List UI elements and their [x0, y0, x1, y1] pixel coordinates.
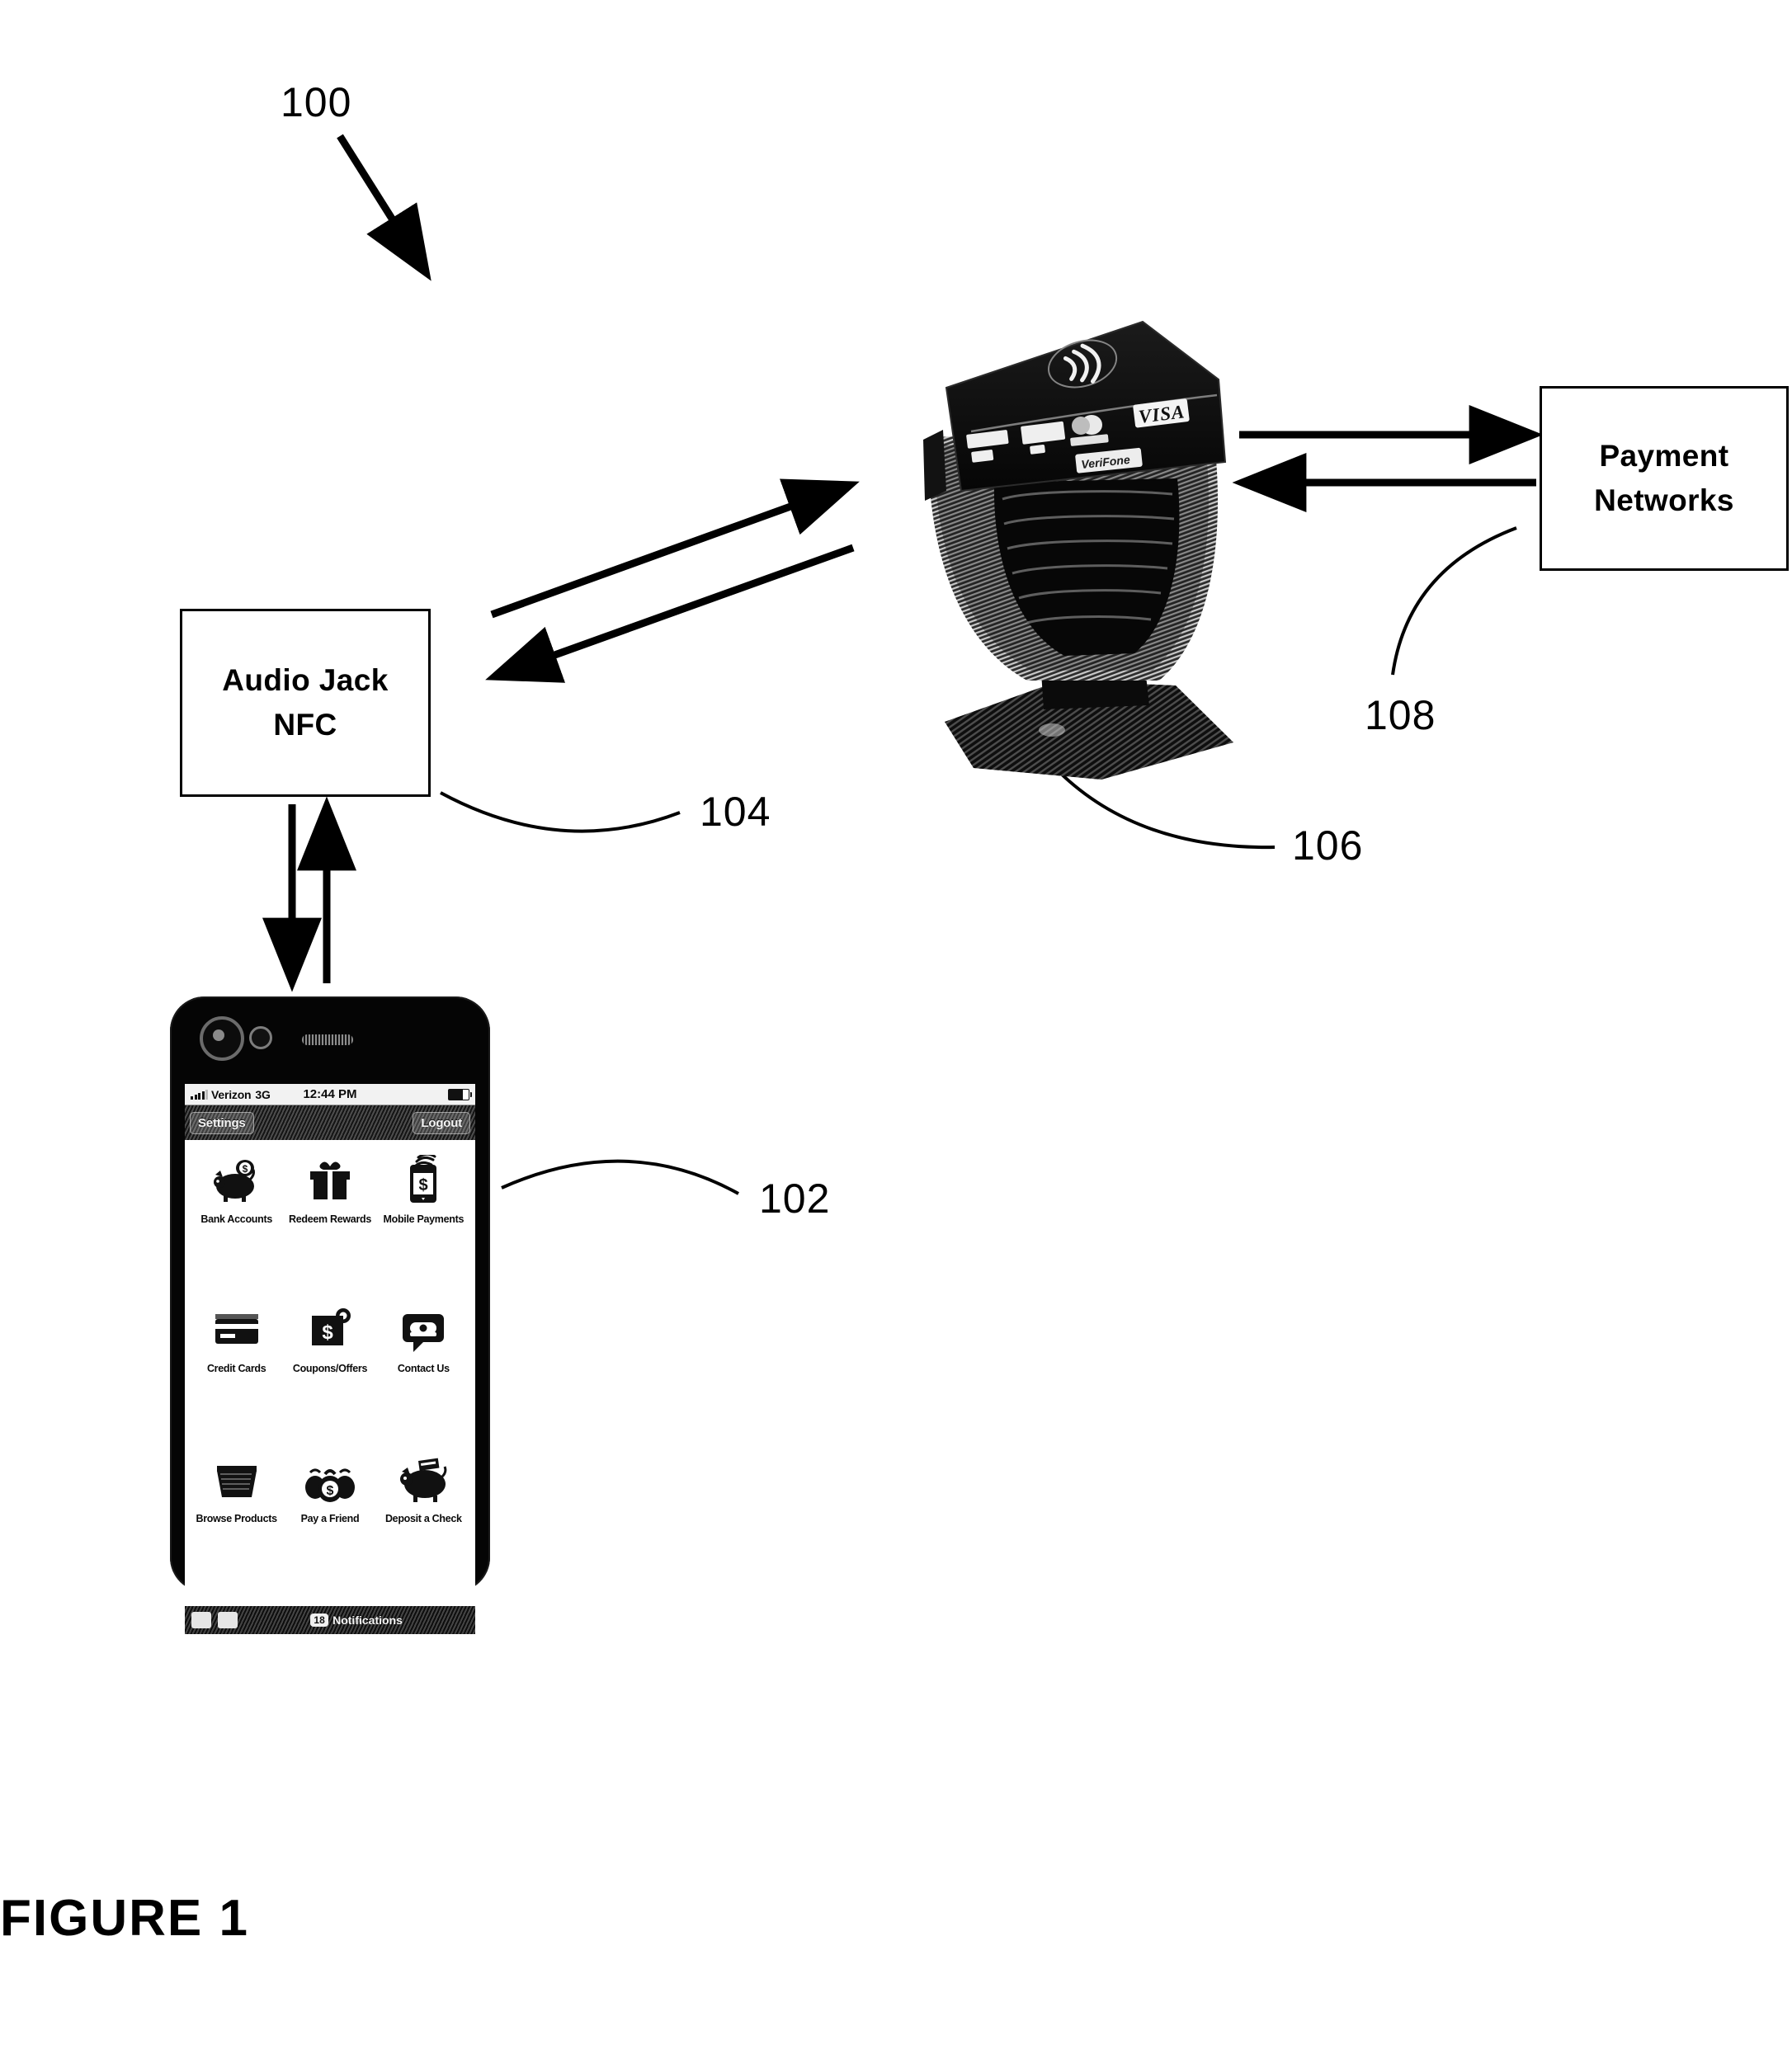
payment-networks-line1: Payment: [1599, 439, 1729, 473]
phone-screen[interactable]: Verizon 3G 12:44 PM Settings Logout $ Ba…: [185, 1084, 475, 1661]
figure-caption: FIGURE 1: [0, 1890, 249, 1947]
app-label: Browse Products: [196, 1512, 278, 1524]
app-nav-bar: Settings Logout: [185, 1105, 475, 1140]
leader-line-108: [1391, 526, 1517, 676]
patent-figure-page: 100 104 106 108 102 Audio Jack NFC Payme…: [0, 0, 1792, 2054]
leader-line-102: [501, 1159, 739, 1195]
status-carrier: Verizon: [211, 1087, 252, 1101]
pos-terminal[interactable]: VISA VeriFone: [895, 293, 1250, 788]
audio-jack-label: Audio Jack NFC: [222, 658, 388, 747]
logout-button[interactable]: Logout: [413, 1111, 470, 1134]
toolbar-info-icon[interactable]: [218, 1612, 238, 1628]
svg-text:$: $: [327, 1484, 334, 1498]
app-tile-bank-accounts[interactable]: $ Bank Accounts: [190, 1151, 283, 1298]
leader-line-104: [440, 791, 681, 833]
system-leader-arrow: [337, 134, 431, 281]
pos-terminal-graphic: VISA VeriFone: [923, 320, 1233, 780]
app-label: Coupons/Offers: [292, 1363, 368, 1375]
app-tile-browse-products[interactable]: Browse Products: [190, 1450, 283, 1598]
app-tile-mobile-payments[interactable]: $ Mobile Payments: [377, 1151, 470, 1298]
svg-text:$: $: [242, 1163, 248, 1175]
credit-card-icon: [206, 1300, 267, 1361]
app-grid: $ Bank Accounts Redeem Rewards $ Mobile …: [185, 1140, 475, 1606]
app-label: Redeem Rewards: [288, 1213, 371, 1225]
notifications-button[interactable]: 18 Notifications: [310, 1614, 403, 1627]
piggy-bank-icon: $: [206, 1151, 267, 1212]
payment-networks-label: Payment Networks: [1594, 434, 1734, 522]
ref-106: 106: [1292, 822, 1364, 869]
ref-104: 104: [700, 789, 771, 835]
node-audio-jack-nfc[interactable]: Audio Jack NFC: [180, 609, 431, 797]
app-label: Deposit a Check: [384, 1512, 462, 1524]
app-tile-deposit-a-check[interactable]: Deposit a Check: [377, 1450, 470, 1598]
ref-108: 108: [1365, 692, 1436, 738]
money-bags-icon: $: [299, 1450, 361, 1511]
notification-count-badge: 18: [310, 1614, 329, 1627]
terminal-side-tab: [923, 430, 946, 501]
app-label: Bank Accounts: [200, 1213, 272, 1225]
mobile-device-phone[interactable]: Verizon 3G 12:44 PM Settings Logout $ Ba…: [170, 996, 490, 1661]
svg-text:$: $: [419, 1176, 428, 1194]
status-network: 3G: [255, 1087, 271, 1101]
app-tile-credit-cards[interactable]: Credit Cards: [190, 1300, 283, 1448]
payment-networks-line2: Networks: [1594, 483, 1734, 517]
toolbar-home-icon[interactable]: [191, 1612, 211, 1628]
telephone-bubble-icon: [393, 1300, 454, 1361]
earpiece-speaker-icon: [302, 1034, 353, 1045]
signal-bars-icon: [191, 1089, 208, 1100]
proximity-sensor-icon: [249, 1026, 272, 1049]
arrow-terminal-to-audiojack: [485, 544, 855, 683]
ref-100: 100: [281, 79, 352, 125]
figure-caption-wrap: FIGURE 1: [0, 1889, 249, 1948]
audio-jack-line1: Audio Jack: [222, 663, 389, 698]
app-tile-coupons-offers[interactable]: $ Coupons/Offers: [283, 1300, 376, 1448]
phone-nfc-dollar-icon: $: [393, 1151, 454, 1212]
app-label: Credit Cards: [206, 1363, 266, 1375]
phone-top-bezel: [170, 996, 490, 1077]
app-label: Mobile Payments: [383, 1213, 465, 1225]
status-bar: Verizon 3G 12:44 PM: [185, 1084, 475, 1105]
svg-text:$: $: [322, 1321, 333, 1344]
settings-button[interactable]: Settings: [190, 1111, 254, 1134]
piggy-bank-check-icon: [393, 1450, 454, 1511]
battery-icon: [448, 1088, 472, 1100]
arrow-audiojack-to-terminal: [490, 478, 860, 619]
app-label: Contact Us: [397, 1363, 450, 1375]
front-camera-icon: [200, 1016, 244, 1061]
phone-bottom-toolbar: 18 Notifications: [185, 1606, 475, 1634]
shopping-basket-icon: [206, 1450, 267, 1511]
money-tag-icon: $: [299, 1300, 361, 1361]
ref-102: 102: [759, 1175, 831, 1222]
app-tile-pay-a-friend[interactable]: $ Pay a Friend: [283, 1450, 376, 1598]
app-tile-redeem-rewards[interactable]: Redeem Rewards: [283, 1151, 376, 1298]
audio-jack-line2: NFC: [273, 708, 337, 742]
gift-box-icon: [299, 1151, 361, 1212]
node-payment-networks[interactable]: Payment Networks: [1540, 386, 1789, 571]
app-label: Pay a Friend: [300, 1512, 360, 1524]
app-tile-contact-us[interactable]: Contact Us: [377, 1300, 470, 1448]
notification-label: Notifications: [332, 1614, 403, 1627]
